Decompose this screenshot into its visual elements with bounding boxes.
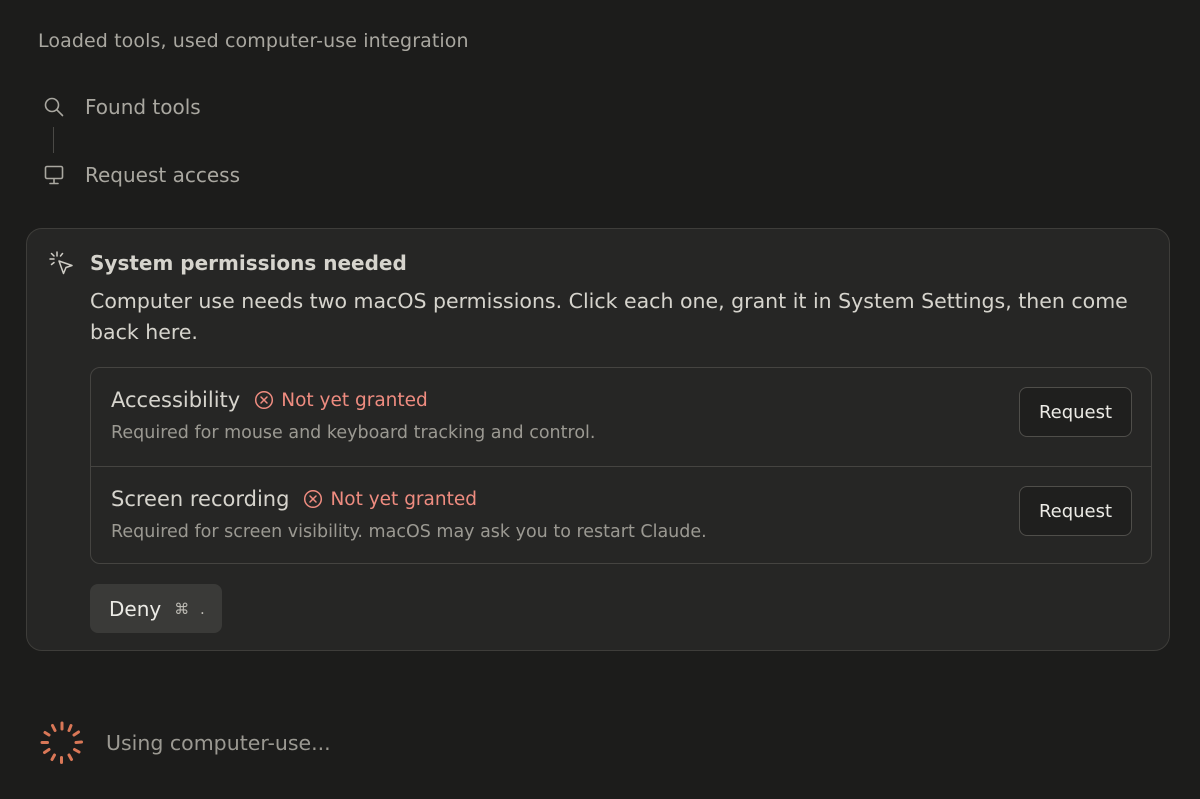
x-circle-icon: [303, 489, 323, 509]
tool-summary[interactable]: Loaded tools, used computer-use integrat…: [38, 30, 469, 52]
permission-description: Required for mouse and keyboard tracking…: [111, 423, 596, 443]
permission-row-screen-recording: Screen recording Not yet granted Require…: [91, 466, 1151, 563]
request-screen-recording-button[interactable]: Request: [1019, 486, 1132, 536]
card-title: System permissions needed: [90, 251, 407, 275]
status-text: Not yet granted: [281, 389, 428, 411]
card-description: Computer use needs two macOS permissions…: [90, 289, 1128, 344]
running-status: Using computer-use...: [38, 720, 331, 766]
conversation-view: Loaded tools, used computer-use integrat…: [0, 0, 1200, 799]
permission-header: Screen recording Not yet granted: [111, 487, 477, 511]
permission-name: Accessibility: [111, 388, 241, 412]
status-badge: Not yet granted: [254, 390, 428, 411]
step-request-access[interactable]: Request access: [40, 160, 240, 190]
step-label: Found tools: [85, 95, 201, 119]
status-badge: Not yet granted: [303, 489, 477, 510]
search-icon: [40, 93, 68, 121]
status-text: Not yet granted: [330, 488, 477, 510]
step-label: Request access: [85, 163, 240, 187]
step-connector: [53, 127, 54, 153]
request-accessibility-button[interactable]: Request: [1019, 387, 1132, 437]
monitor-icon: [40, 161, 68, 189]
permission-header: Accessibility Not yet granted: [111, 388, 428, 412]
spinner-icon: [38, 720, 86, 766]
permission-row-accessibility: Accessibility Not yet granted Required f…: [91, 368, 1151, 466]
keyboard-shortcut: ⌘ .: [174, 599, 208, 618]
permissions-card: System permissions needed Computer use n…: [26, 228, 1170, 651]
permission-name: Screen recording: [111, 487, 290, 511]
deny-label: Deny: [109, 596, 162, 621]
cursor-click-icon: [47, 249, 77, 279]
permission-description: Required for screen visibility. macOS ma…: [111, 522, 707, 542]
step-found-tools[interactable]: Found tools: [40, 92, 201, 122]
running-label: Using computer-use...: [106, 731, 331, 755]
x-circle-icon: [254, 390, 274, 410]
permission-list: Accessibility Not yet granted Required f…: [90, 367, 1152, 564]
deny-button[interactable]: Deny ⌘ .: [90, 584, 222, 633]
